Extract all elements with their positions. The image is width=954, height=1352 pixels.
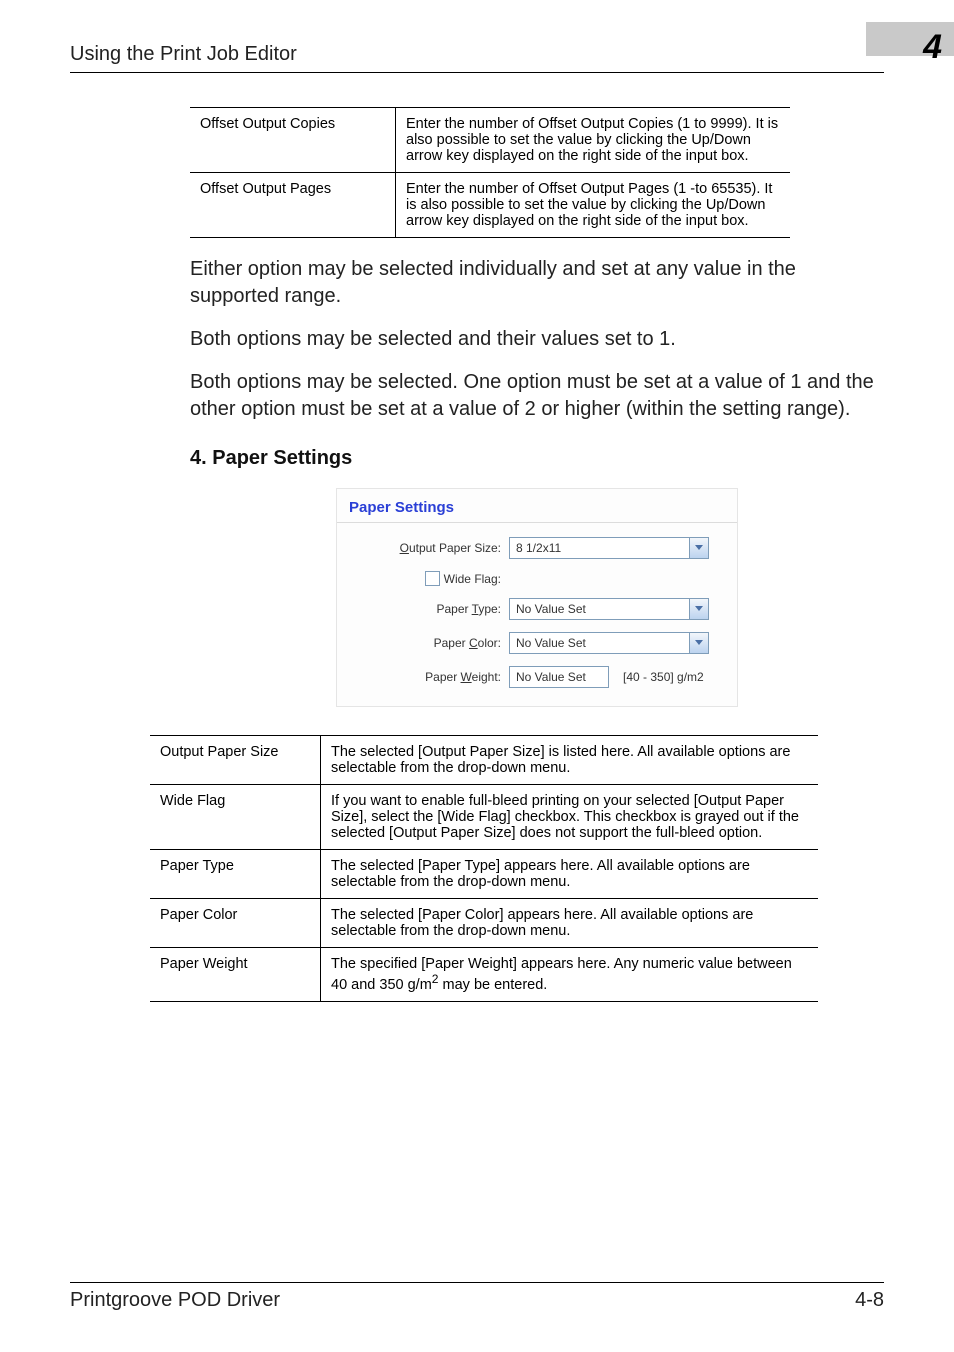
wide-flag-checkbox[interactable] bbox=[425, 571, 440, 586]
desc-prefix: The specified [Paper Weight] appears her… bbox=[331, 956, 792, 993]
paper-type-label: Paper Type: bbox=[361, 602, 501, 616]
paragraph-3: Both options may be selected. One option… bbox=[190, 369, 884, 423]
page-title: Using the Print Job Editor bbox=[70, 43, 297, 66]
offset-copies-label: Offset Output Copies bbox=[190, 108, 396, 173]
offset-pages-label: Offset Output Pages bbox=[190, 173, 396, 238]
chevron-down-icon bbox=[689, 599, 708, 619]
desc-sup: 2 bbox=[432, 972, 439, 986]
paper-type-row-desc: The selected [Paper Type] appears here. … bbox=[321, 850, 819, 899]
paper-color-row-label: Paper Color bbox=[150, 899, 321, 948]
paper-color-row-desc: The selected [Paper Color] appears here.… bbox=[321, 899, 819, 948]
label-prefix: Paper bbox=[425, 670, 460, 684]
paper-type-row-label: Paper Type bbox=[150, 850, 321, 899]
table-row: Wide Flag If you want to enable full-ble… bbox=[150, 785, 818, 850]
output-paper-size-combo[interactable]: 8 1/2x11 bbox=[509, 537, 709, 559]
chapter-number: 4 bbox=[923, 28, 942, 67]
chevron-down-icon bbox=[689, 633, 708, 653]
section-heading: 4. Paper Settings bbox=[190, 447, 884, 470]
paper-weight-label: Paper Weight: bbox=[361, 670, 501, 684]
paper-color-combo[interactable]: No Value Set bbox=[509, 632, 709, 654]
table-row: Paper Type The selected [Paper Type] app… bbox=[150, 850, 818, 899]
paper-weight-row-label: Paper Weight bbox=[150, 948, 321, 1002]
footer-right: 4-8 bbox=[855, 1289, 884, 1312]
paragraph-1: Either option may be selected individual… bbox=[190, 256, 884, 310]
wide-flag-label: Wide Flag: bbox=[444, 572, 501, 586]
output-paper-size-row-label: Output Paper Size bbox=[150, 736, 321, 785]
page-footer: Printgroove POD Driver 4-8 bbox=[70, 1282, 884, 1312]
table-row: Output Paper Size The selected [Output P… bbox=[150, 736, 818, 785]
label-suffix: ype: bbox=[478, 602, 501, 616]
offset-pages-desc: Enter the number of Offset Output Pages … bbox=[396, 173, 791, 238]
label-suffix: olor: bbox=[478, 636, 501, 650]
table-row: Offset Output Pages Enter the number of … bbox=[190, 173, 790, 238]
wide-flag-row-label: Wide Flag bbox=[150, 785, 321, 850]
label-hotkey: O bbox=[400, 541, 409, 555]
panel-title: Paper Settings bbox=[337, 499, 737, 523]
settings-grid: Output Paper Size: 8 1/2x11 Wide Flag: P… bbox=[337, 537, 737, 688]
footer-left: Printgroove POD Driver bbox=[70, 1289, 280, 1312]
output-paper-size-row-desc: The selected [Output Paper Size] is list… bbox=[321, 736, 819, 785]
content-area: Offset Output Copies Enter the number of… bbox=[70, 73, 884, 1002]
paper-color-label: Paper Color: bbox=[361, 636, 501, 650]
label-prefix: Paper bbox=[437, 602, 472, 616]
combo-value: No Value Set bbox=[516, 602, 586, 616]
combo-value: 8 1/2x11 bbox=[516, 541, 561, 555]
paper-weight-unit: [40 - 350] g/m2 bbox=[623, 670, 704, 684]
label-text: utput Paper Size: bbox=[409, 541, 501, 555]
table-row: Paper Color The selected [Paper Color] a… bbox=[150, 899, 818, 948]
offset-copies-desc: Enter the number of Offset Output Copies… bbox=[396, 108, 791, 173]
desc-suffix: may be entered. bbox=[439, 977, 548, 993]
combo-value: No Value Set bbox=[516, 636, 586, 650]
paper-settings-panel: Paper Settings Output Paper Size: 8 1/2x… bbox=[336, 488, 738, 707]
settings-description-table: Output Paper Size The selected [Output P… bbox=[150, 735, 818, 1002]
chapter-badge: 4 bbox=[828, 22, 884, 66]
input-value: No Value Set bbox=[516, 670, 586, 684]
label-hotkey: W bbox=[461, 670, 472, 684]
output-paper-size-label: Output Paper Size: bbox=[361, 541, 501, 555]
label-hotkey: C bbox=[469, 636, 478, 650]
page: Using the Print Job Editor 4 Offset Outp… bbox=[0, 0, 954, 1352]
paper-type-combo[interactable]: No Value Set bbox=[509, 598, 709, 620]
wide-flag-row-desc: If you want to enable full-bleed printin… bbox=[321, 785, 819, 850]
page-header: Using the Print Job Editor 4 bbox=[70, 28, 884, 73]
offset-table: Offset Output Copies Enter the number of… bbox=[190, 107, 790, 238]
paper-weight-row-desc: The specified [Paper Weight] appears her… bbox=[321, 948, 819, 1002]
paragraph-2: Both options may be selected and their v… bbox=[190, 326, 884, 353]
paper-weight-input[interactable]: No Value Set bbox=[509, 666, 609, 688]
chevron-down-icon bbox=[689, 538, 708, 558]
table-row: Offset Output Copies Enter the number of… bbox=[190, 108, 790, 173]
table-row: Paper Weight The specified [Paper Weight… bbox=[150, 948, 818, 1002]
label-suffix: eight: bbox=[472, 670, 501, 684]
wide-flag-row: Wide Flag: bbox=[361, 571, 501, 586]
label-prefix: Paper bbox=[434, 636, 469, 650]
